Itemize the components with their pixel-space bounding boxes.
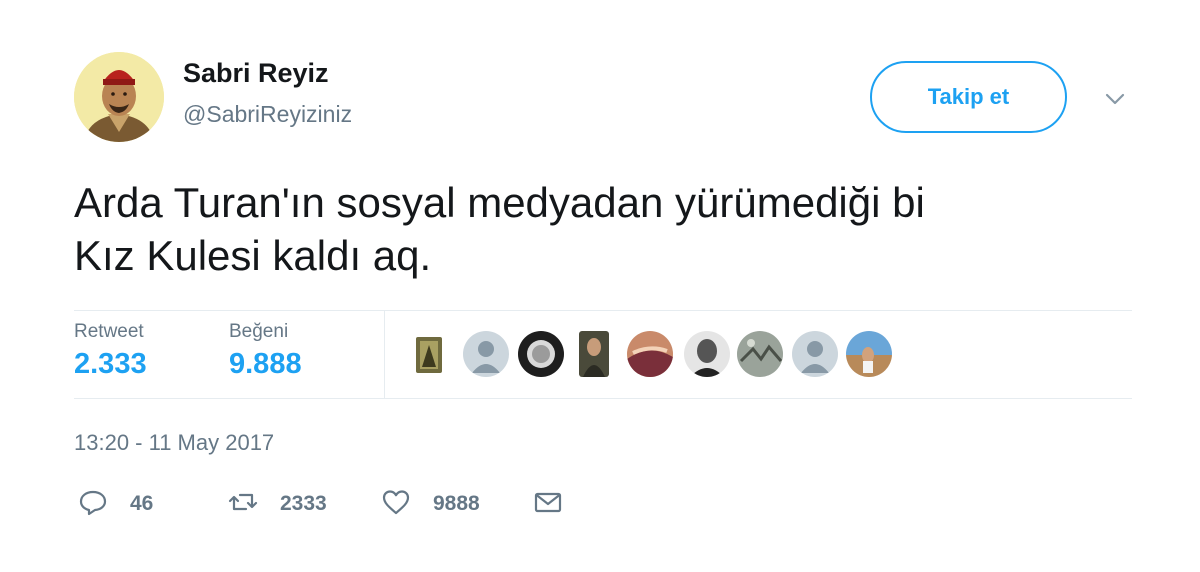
stats-separator: [384, 310, 385, 398]
follow-button[interactable]: Takip et: [870, 61, 1067, 133]
retweet-stat-label: Retweet: [74, 321, 144, 342]
user-handle[interactable]: @SabriReyiziniz: [183, 101, 352, 128]
retweet-stat[interactable]: Retweet 2.333: [74, 321, 147, 381]
timestamp[interactable]: 13:20 - 11 May 2017: [74, 430, 274, 456]
liker-avatar[interactable]: [627, 331, 673, 377]
envelope-icon: [533, 487, 563, 522]
reply-count: 46: [130, 492, 154, 515]
retweet-button[interactable]: 2333: [228, 488, 327, 520]
liker-avatar[interactable]: [684, 331, 730, 377]
liker-avatar[interactable]: [416, 337, 442, 373]
retweet-count: 2333: [280, 492, 327, 515]
like-stat[interactable]: Beğeni 9.888: [229, 321, 302, 381]
liker-avatar[interactable]: [579, 331, 609, 377]
like-button[interactable]: 9888: [381, 488, 480, 520]
liker-avatar[interactable]: [463, 331, 509, 377]
liker-avatar[interactable]: [846, 331, 892, 377]
avatar-image: [74, 52, 164, 142]
like-stat-label: Beğeni: [229, 321, 289, 342]
liker-avatar[interactable]: [518, 331, 564, 377]
reply-icon: [78, 487, 108, 522]
heart-icon: [381, 487, 411, 522]
retweet-stat-value: 2.333: [74, 348, 147, 380]
reply-button[interactable]: 46: [78, 488, 153, 520]
liker-avatar[interactable]: [737, 331, 783, 377]
liker-avatar[interactable]: [792, 331, 838, 377]
chevron-down-icon[interactable]: [1102, 86, 1128, 112]
display-name[interactable]: Sabri Reyiz: [183, 58, 329, 89]
avatar[interactable]: [74, 52, 164, 142]
retweet-icon: [228, 487, 258, 522]
direct-message-button[interactable]: [533, 488, 563, 520]
like-count: 9888: [433, 492, 480, 515]
divider: [74, 310, 1132, 311]
tweet-text: Arda Turan'ın sosyal medyadan yürümediği…: [74, 179, 925, 279]
divider: [74, 398, 1132, 399]
like-stat-value: 9.888: [229, 348, 302, 380]
